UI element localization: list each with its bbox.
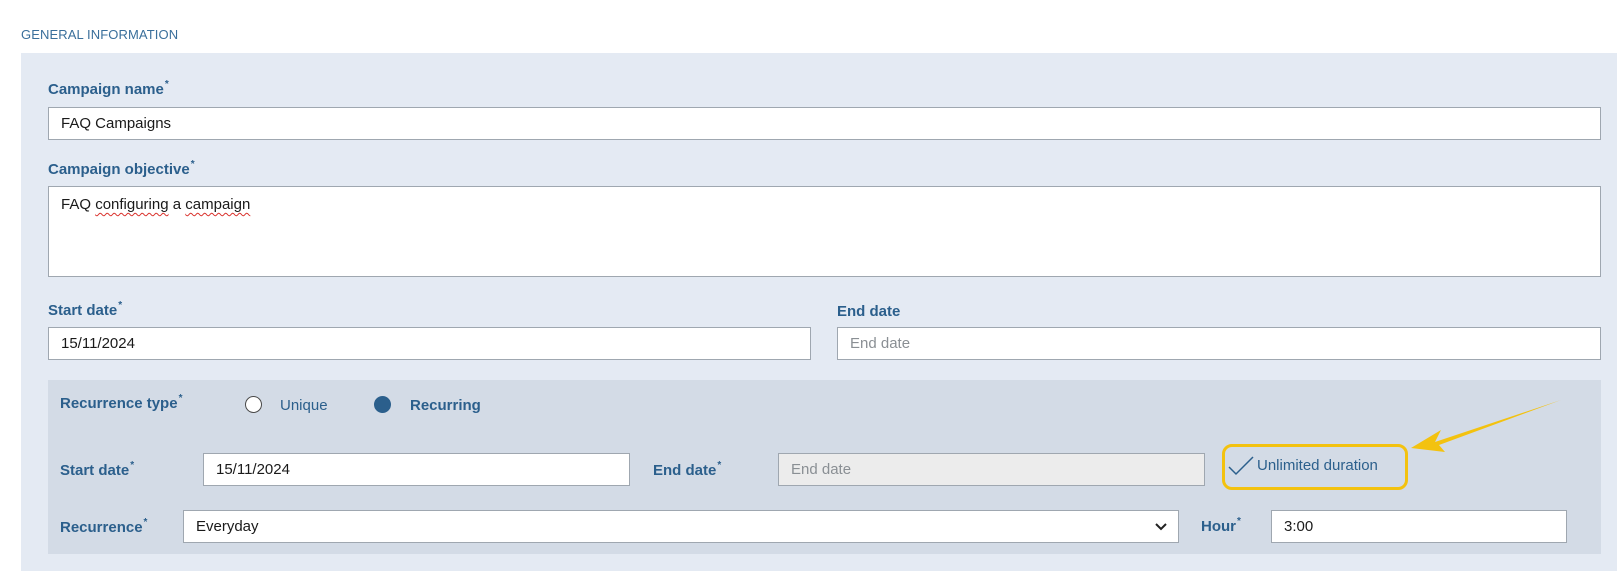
campaign-objective-value: FAQ configuring a campaign: [61, 196, 250, 213]
start-date-label-text: Start date: [48, 302, 118, 319]
end-date-placeholder: End date: [850, 335, 911, 352]
hour-label-text: Hour: [1201, 518, 1236, 535]
hour-value: 3:00: [1284, 518, 1314, 535]
objective-text-misspelled: configuring: [95, 196, 169, 213]
recurrence-start-date-value: 15/11/2024: [216, 461, 290, 478]
required-marker: *: [118, 300, 123, 311]
section-title: GENERAL INFORMATION: [21, 27, 179, 42]
objective-text-prefix: FAQ: [61, 196, 96, 213]
recurrence-end-date-placeholder: End date: [791, 461, 852, 478]
unlimited-duration-label[interactable]: Unlimited duration: [1257, 457, 1378, 474]
start-date-label: Start date*: [48, 300, 123, 319]
check-icon[interactable]: [1227, 455, 1255, 477]
recurrence-end-date-label: End date*: [653, 460, 722, 479]
campaign-name-input[interactable]: FAQ Campaigns: [48, 107, 1601, 140]
campaign-name-value: FAQ Campaigns: [61, 115, 172, 132]
hour-input[interactable]: 3:00: [1271, 510, 1567, 543]
required-marker: *: [164, 79, 169, 90]
radio-unique-label[interactable]: Unique: [280, 397, 328, 414]
end-date-input[interactable]: End date: [837, 327, 1601, 360]
end-date-label: End date: [837, 303, 901, 320]
recurrence-type-label-text: Recurrence type: [60, 395, 178, 412]
radio-unique[interactable]: [245, 396, 262, 413]
campaign-objective-label-text: Campaign objective: [48, 161, 190, 178]
required-marker: *: [130, 460, 135, 471]
recurrence-start-date-label: Start date*: [60, 460, 135, 479]
campaign-objective-label: Campaign objective*: [48, 159, 195, 178]
recurrence-end-label-text: End date: [653, 462, 717, 479]
hour-label: Hour*: [1201, 516, 1241, 535]
start-date-value: 15/11/2024: [61, 335, 135, 352]
required-marker: *: [143, 517, 148, 528]
annotation-arrow: [1411, 400, 1561, 452]
recurrence-end-date-input[interactable]: End date: [778, 453, 1205, 486]
campaign-objective-textarea[interactable]: FAQ configuring a campaign: [48, 186, 1601, 277]
campaign-name-label-text: Campaign name: [48, 81, 164, 98]
required-marker: *: [1237, 516, 1241, 527]
required-marker: *: [178, 393, 183, 404]
recurrence-select[interactable]: Everyday: [183, 510, 1179, 543]
objective-text-misspelled: campaign: [185, 196, 251, 213]
start-date-input[interactable]: 15/11/2024: [48, 327, 811, 360]
chevron-down-icon: [1155, 522, 1167, 530]
required-marker: *: [717, 460, 722, 471]
recurrence-start-label-text: Start date: [60, 462, 130, 479]
radio-recurring-label[interactable]: Recurring: [410, 397, 481, 414]
campaign-name-label: Campaign name*: [48, 79, 169, 98]
recurrence-select-value: Everyday: [196, 518, 259, 535]
recurrence-start-date-input[interactable]: 15/11/2024: [203, 453, 630, 486]
recurrence-type-label: Recurrence type*: [60, 393, 183, 412]
radio-recurring[interactable]: [374, 396, 391, 413]
recurrence-label-text: Recurrence: [60, 519, 143, 536]
objective-text-mid: a: [168, 196, 186, 213]
recurrence-label: Recurrence*: [60, 517, 148, 536]
required-marker: *: [190, 159, 195, 170]
